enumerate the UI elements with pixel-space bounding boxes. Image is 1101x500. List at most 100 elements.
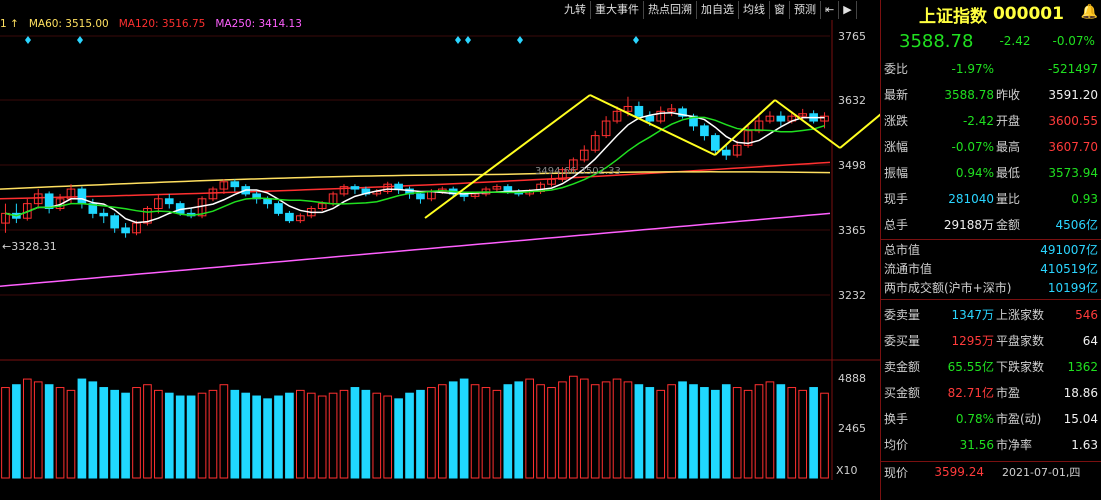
volume-tick-label: 2465 — [838, 422, 866, 435]
row-label: 下跌家数 — [996, 360, 1045, 374]
volume-bar — [820, 392, 829, 479]
volume-bar — [252, 395, 261, 479]
volume-bar — [721, 384, 731, 479]
index-name: 上证指数 — [919, 6, 988, 27]
row-label: 量比 — [996, 192, 1021, 206]
volume-bar — [394, 398, 403, 479]
volume-bar — [765, 381, 775, 479]
signal-marker — [517, 36, 523, 44]
volume-bar — [590, 384, 600, 479]
signal-marker — [633, 36, 639, 44]
signal-marker — [465, 36, 471, 44]
row-label: 买金额 — [884, 386, 921, 400]
volume-bar — [296, 389, 305, 479]
volume-bar — [361, 389, 371, 479]
price-change: -2.42 — [999, 34, 1031, 48]
volume-bar — [514, 381, 524, 479]
candle-body — [645, 115, 655, 122]
row-label: 卖金额 — [884, 360, 921, 374]
volume-bar — [405, 392, 414, 479]
candle-body — [416, 193, 425, 200]
signal-marker — [77, 36, 83, 44]
volume-bar — [470, 384, 480, 479]
row-label: 现手 — [884, 192, 909, 206]
volume-bar — [547, 387, 556, 479]
row-label: 市盈(动) — [996, 412, 1042, 426]
row-label: 总手 — [884, 218, 909, 232]
signal-marker — [455, 36, 461, 44]
row-label: 振幅 — [884, 166, 909, 180]
volume-bar — [186, 395, 196, 479]
volume-bar — [776, 384, 786, 479]
candle-body — [164, 198, 174, 205]
row-label: 涨幅 — [884, 140, 909, 154]
volume-bar — [143, 384, 152, 479]
candle-body — [110, 215, 119, 229]
row-value: 3588.78 — [944, 87, 994, 102]
row-value: 410519亿 — [1040, 262, 1098, 276]
volume-bar — [274, 395, 283, 479]
row-value: 29188万 — [943, 218, 994, 232]
volume-bar — [809, 387, 818, 479]
volume-bar — [99, 387, 109, 479]
volume-bar — [700, 387, 709, 479]
volume-bar — [132, 387, 141, 479]
divider — [881, 299, 1101, 300]
volume-bar — [437, 384, 447, 479]
bell-icon[interactable]: 🔔 — [1081, 4, 1098, 20]
market-row-1: 流通市值 410519亿 — [881, 259, 1101, 278]
row-label: 两市成交额(沪市+深市) — [884, 281, 1012, 295]
row-value: 64 — [1082, 333, 1098, 348]
candle-body — [350, 186, 360, 190]
price-tick-label: 3232 — [838, 289, 866, 302]
row-value: 3573.94 — [1048, 165, 1098, 180]
volume-bar — [579, 378, 589, 479]
volume-bar — [55, 387, 65, 479]
candle-body — [99, 212, 109, 217]
current-price: 3588.78 — [899, 30, 974, 52]
footer-time: 2021-07-01,四 — [1002, 466, 1081, 479]
row-value: 491007亿 — [1040, 243, 1098, 257]
volume-bar — [492, 389, 502, 479]
volume-tick-label: 4888 — [838, 372, 866, 385]
volume-bar — [481, 387, 491, 479]
price-tick-label: 3765 — [838, 30, 866, 43]
row-value: 3607.70 — [1048, 139, 1098, 154]
volume-bar — [689, 384, 698, 479]
volume-bar — [1, 387, 10, 479]
volume-bar — [634, 384, 644, 479]
volume-bar — [743, 389, 753, 479]
row-label: 委比 — [884, 62, 909, 76]
candle-body — [285, 212, 294, 222]
footer-row: 现价 3599.24 2021-07-01,四 — [881, 462, 1101, 482]
volume-bar — [306, 392, 316, 479]
candle-body — [394, 183, 403, 190]
volume-bar — [612, 378, 622, 479]
row-label: 开盘 — [996, 114, 1021, 128]
volume-bar — [328, 392, 338, 479]
volume-bar — [459, 378, 469, 479]
row-value: 3600.55 — [1048, 113, 1098, 128]
price-tick-label: 3365 — [838, 224, 866, 237]
volume-bar — [383, 395, 393, 479]
row-label: 金额 — [996, 218, 1021, 232]
volume-bar — [536, 384, 545, 479]
price-tick-label: 3632 — [838, 94, 866, 107]
market-row-0: 总市值 491007亿 — [881, 240, 1101, 259]
quote-panel: 上证指数 000001 🔔 3588.78 -2.42 -0.07% 委比 -1.… — [880, 0, 1101, 500]
volume-bar — [667, 384, 676, 479]
candlestick-chart[interactable]: 3765 3632 3498 3365 3232 4888 2465 X10 ←3328.31 3… — [0, 0, 880, 500]
quote-row-4: 振幅 0.94% 最低 3573.94 — [881, 160, 1101, 185]
volume-bar — [732, 387, 742, 479]
row-label: 市净率 — [996, 438, 1033, 452]
row-value: 4506亿 — [1055, 218, 1098, 232]
volume-bar — [754, 384, 764, 479]
row-label: 最低 — [996, 166, 1021, 180]
volume-bar — [154, 389, 163, 479]
volume-bar — [22, 378, 32, 479]
row-value: 0.93 — [1071, 191, 1098, 206]
row-value: 3591.20 — [1048, 87, 1098, 102]
quote-row-2: 涨跌 -2.42 开盘 3600.55 — [881, 108, 1101, 133]
row-label: 换手 — [884, 412, 909, 426]
kline-chart-area[interactable]: 九转 重大事件 热点回溯 加自选 均线窗预测 ⇤ ▶ 1 ↑ MA60: 3515.00 MA… — [0, 0, 880, 500]
